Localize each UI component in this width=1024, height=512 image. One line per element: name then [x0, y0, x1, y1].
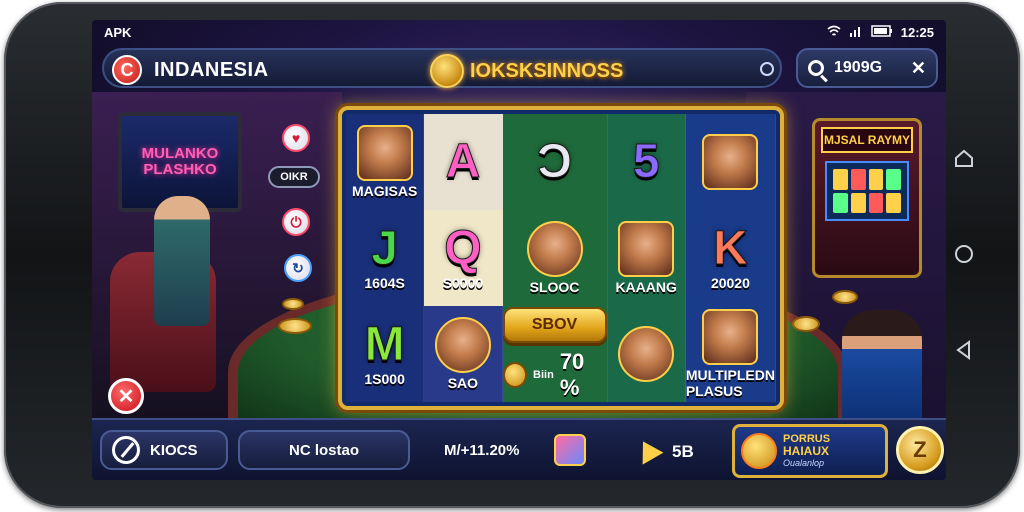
player-figure	[154, 196, 210, 326]
gift-box-icon[interactable]	[554, 434, 586, 466]
chip-stack	[278, 318, 312, 334]
close-button[interactable]: ✕	[108, 378, 144, 414]
slot-caption: KAAANG	[615, 279, 677, 295]
slot-caption: 20020	[710, 275, 750, 291]
power-icon[interactable]: ⏻	[282, 208, 310, 236]
magnifier-icon	[808, 60, 824, 76]
character-portrait	[702, 134, 759, 190]
coin-emblem-icon	[430, 54, 464, 88]
level-value: 5B	[672, 442, 694, 461]
bonus-percent: 70 %	[559, 349, 585, 400]
search-field[interactable]: 1909G ✕	[796, 48, 938, 88]
character-portrait	[434, 317, 491, 373]
kiocs-label: KIOCS	[150, 441, 198, 459]
signal-icon	[849, 25, 863, 40]
phone-frame: APK 12:25 MULANKO PLASHKO ♥ OIKR ⏻ ↻ MJS…	[4, 2, 1020, 508]
search-value[interactable]: 1909G	[834, 59, 901, 77]
slot-symbol: 5	[632, 135, 660, 188]
game-title-text: IOKSKSINNOSS	[470, 59, 624, 82]
status-left-label: APK	[104, 24, 132, 40]
brand-name: INDANESIA	[154, 59, 269, 81]
compass-icon	[112, 436, 140, 464]
slot-cell	[685, 114, 776, 210]
slot-cell: SAO	[424, 306, 503, 402]
slot-symbol: Q	[444, 222, 482, 275]
kiocs-button[interactable]: KIOCS	[100, 430, 228, 470]
search-icon[interactable]	[760, 62, 774, 76]
slot-cell: Q S0000	[424, 210, 503, 306]
slot-cell: M 1S000	[346, 306, 425, 402]
back-icon[interactable]	[950, 336, 978, 364]
brand-pill[interactable]: C INDANESIA IOKSKSINNOSS	[102, 48, 782, 88]
slot-caption: 1S000	[364, 371, 405, 387]
android-nav-bar	[944, 122, 984, 382]
slot-symbol: A	[445, 135, 481, 188]
slot-cell: SLOOC	[502, 210, 608, 306]
slot-cell	[607, 306, 686, 402]
slot-cell: K 20020	[685, 210, 776, 306]
character-portrait	[356, 125, 413, 181]
bonus-row: Biin 70 %	[502, 349, 607, 401]
promo-card[interactable]: PORRUS HAIAUX Oualanlop	[732, 424, 888, 478]
bonus-label: Biin	[533, 369, 554, 381]
status-bar: APK 12:25	[92, 20, 946, 44]
slot-symbol: M	[364, 318, 405, 371]
win-rate-stat: M/+11.20%	[444, 442, 520, 459]
chip-stack	[792, 316, 820, 332]
chip-stack	[282, 298, 304, 310]
battery-icon	[871, 24, 893, 40]
clear-search-icon[interactable]: ✕	[911, 58, 926, 79]
app-screen: APK 12:25 MULANKO PLASHKO ♥ OIKR ⏻ ↻ MJS…	[92, 20, 946, 480]
slot-cell: A	[424, 114, 503, 210]
lobby-label: NC lostao	[288, 441, 359, 459]
slot-caption: 1604S	[364, 275, 405, 291]
promo-line2: HAIAUX	[783, 444, 830, 458]
character-portrait	[702, 309, 759, 365]
character-portrait	[618, 221, 675, 277]
clock-time: 12:25	[900, 24, 934, 40]
neon-monitor-text: MULANKO PLASHKO	[141, 145, 219, 178]
slot-caption: MAGISAS	[351, 183, 418, 199]
slot-cell: KAAANG	[607, 210, 686, 306]
chip-stack	[832, 290, 858, 304]
wifi-icon	[827, 25, 841, 40]
promo-emblem-icon	[741, 433, 777, 469]
slot-cell: SBOV Biin 70 %	[502, 306, 608, 402]
coin-button[interactable]: Z	[896, 426, 944, 474]
character-portrait	[618, 326, 675, 382]
lobby-button[interactable]: NC lostao	[238, 430, 410, 470]
bonus-heart-icon[interactable]: ♥	[282, 124, 310, 152]
slot-cell: MULTIPLEDN PLASUS	[685, 306, 776, 402]
recent-apps-icon[interactable]	[950, 144, 978, 172]
slot-cell: J 1604S	[346, 210, 425, 306]
slot-caption: SAO	[447, 375, 479, 391]
table-label[interactable]: OIKR	[268, 166, 320, 188]
slot-cell: 5	[607, 114, 686, 210]
arrow-up-icon[interactable]	[632, 435, 664, 465]
slot-symbol: Ɔ	[537, 135, 573, 188]
game-title: IOKSKSINNOSS	[430, 54, 623, 88]
home-icon[interactable]	[950, 240, 978, 268]
spin-button[interactable]: SBOV	[502, 307, 607, 343]
slot-symbol: J	[371, 222, 399, 275]
slot-cell: MAGISAS	[346, 114, 425, 210]
slot-caption: S0000	[442, 275, 484, 291]
promo-line3: Oualanlop	[783, 458, 825, 468]
arcade-screen	[825, 161, 909, 221]
character-portrait	[526, 221, 583, 277]
slot-reels: MAGISAS A Ɔ 5 J 1604S Q S0000 SLOOC KAAANG K 20020 M…	[338, 106, 784, 410]
top-bar: C INDANESIA IOKSKSINNOSS 1909G ✕	[102, 46, 938, 90]
arcade-sign: MJSAL RAYMY	[821, 127, 913, 153]
promo-text: PORRUS HAIAUX Oualanlop	[783, 433, 830, 469]
slot-cell: Ɔ	[502, 114, 608, 210]
coin-icon	[502, 362, 528, 388]
slot-machine-cabinet: MJSAL RAYMY	[812, 118, 922, 278]
bottom-bar: KIOCS NC lostao M/+11.20% 5B PORRUS HAIA…	[92, 418, 946, 480]
brand-logo-icon: C	[112, 55, 142, 85]
slot-caption: MULTIPLEDN PLASUS	[685, 367, 775, 399]
slot-symbol: K	[713, 222, 749, 275]
slot-caption: SLOOC	[529, 279, 580, 295]
refresh-icon[interactable]: ↻	[284, 254, 312, 282]
status-icons: 12:25	[827, 25, 934, 40]
